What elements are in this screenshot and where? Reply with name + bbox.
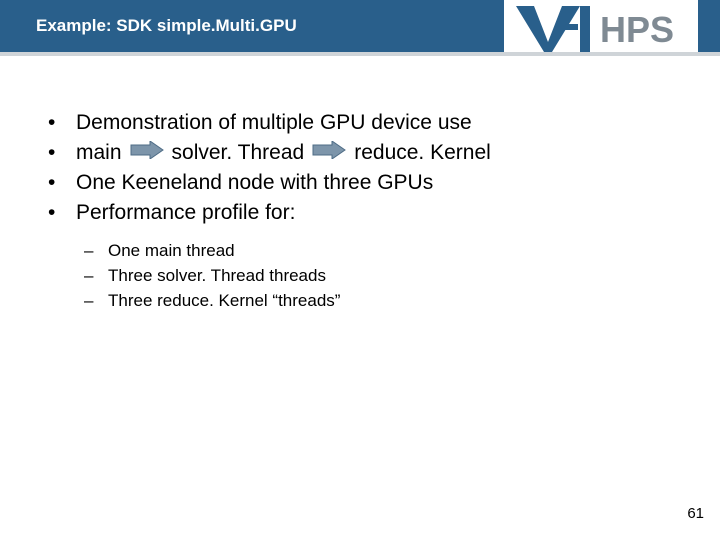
sub-item: Three solver. Thread threads <box>84 263 684 288</box>
slide-body: Demonstration of multiple GPU device use… <box>36 108 684 313</box>
slide-title: Example: SDK simple.Multi.GPU <box>36 16 297 36</box>
page-number: 61 <box>687 505 704 522</box>
arrow-right-icon <box>130 138 164 168</box>
bullet-text: One Keeneland node with three GPUs <box>76 171 433 194</box>
bullet-item: Performance profile for: <box>36 198 684 228</box>
bullet-item: main solver. Thread reduce. Kernel <box>36 138 684 168</box>
arrow-right-icon <box>312 138 346 168</box>
bullet-text: Performance profile for: <box>76 201 295 224</box>
flow-line: main solver. Thread reduce. Kernel <box>76 138 491 168</box>
flow-main: main <box>76 138 122 168</box>
sub-list: One main thread Three solver. Thread thr… <box>84 238 684 313</box>
logo-text: HPS <box>600 9 674 50</box>
bullet-item: Demonstration of multiple GPU device use <box>36 108 684 138</box>
title-band: Example: SDK simple.Multi.GPU HPS <box>0 0 720 56</box>
bullet-text: Demonstration of multiple GPU device use <box>76 111 472 134</box>
bullet-item: One Keeneland node with three GPUs <box>36 168 684 198</box>
bullet-list: Demonstration of multiple GPU device use… <box>36 108 684 228</box>
flow-solver: solver. Thread <box>172 138 305 168</box>
flow-reduce: reduce. Kernel <box>354 138 491 168</box>
vi-hps-logo: HPS <box>504 0 698 60</box>
sub-item: Three reduce. Kernel “threads” <box>84 288 684 313</box>
sub-item: One main thread <box>84 238 684 263</box>
